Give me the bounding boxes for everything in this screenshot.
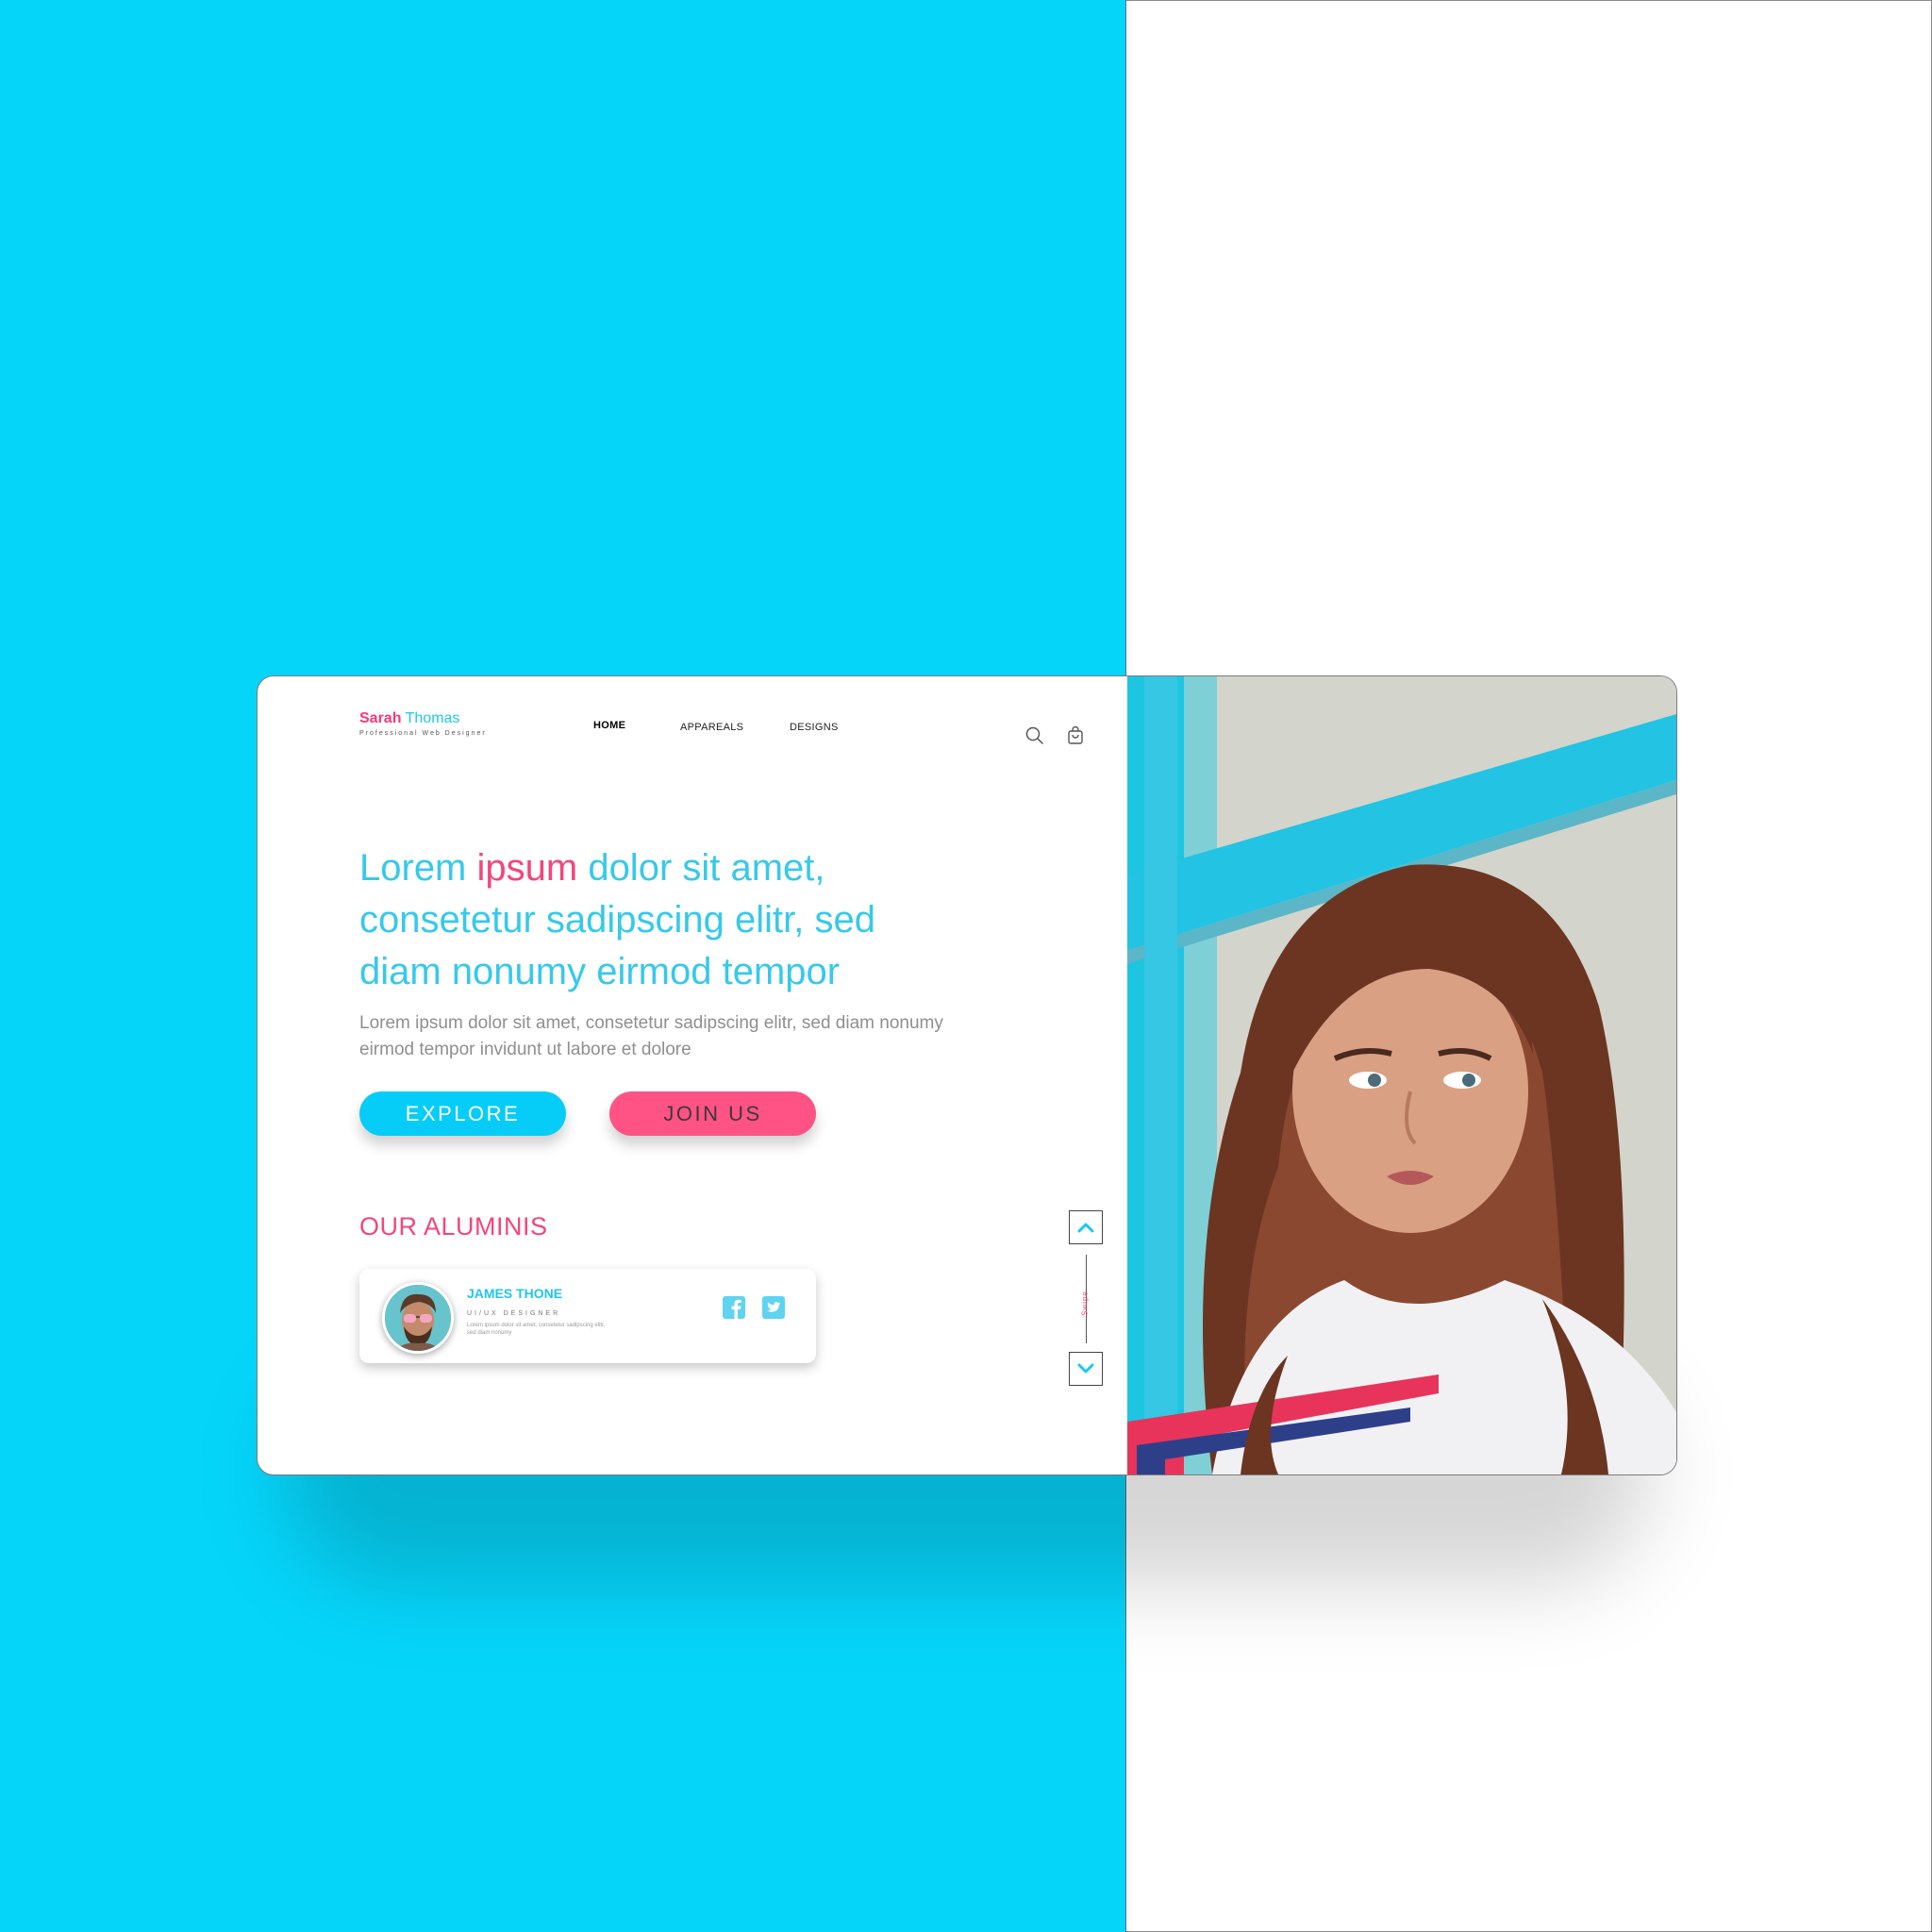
hero-subtext: Lorem ipsum dolor sit amet, consetetur s… bbox=[359, 1013, 943, 1059]
brand-last-name: Thomas bbox=[405, 710, 460, 726]
brand-name: Sarah Thomas bbox=[359, 710, 487, 727]
swipe-label: Swipe bbox=[1080, 1291, 1090, 1316]
explore-button[interactable]: EXPLORE bbox=[359, 1091, 566, 1136]
search-icon[interactable] bbox=[1024, 725, 1045, 746]
nav-item-home[interactable]: HOME bbox=[593, 720, 625, 731]
shopping-bag-icon[interactable] bbox=[1065, 725, 1086, 746]
swipe-up-button[interactable] bbox=[1069, 1210, 1103, 1244]
alumni-role: UI/UX DESIGNER bbox=[467, 1310, 561, 1317]
facebook-icon[interactable] bbox=[722, 1295, 746, 1320]
brand-logo[interactable]: Sarah Thomas Professional Web Designer bbox=[359, 710, 487, 737]
alumni-section-title: OUR ALUMINIS bbox=[359, 1212, 548, 1241]
chevron-up-icon bbox=[1077, 1223, 1094, 1233]
nav-item-appareals[interactable]: APPAREALS bbox=[680, 722, 743, 733]
hero-photo bbox=[1127, 676, 1676, 1474]
twitter-icon[interactable] bbox=[761, 1295, 786, 1320]
hero-headline: Lorem ipsum dolor sit amet, consetetur s… bbox=[359, 842, 963, 998]
headline-highlight: ipsum bbox=[476, 847, 578, 889]
brand-tagline: Professional Web Designer bbox=[359, 730, 487, 737]
alumni-description: Lorem ipsum dolor sit amet, consetetur s… bbox=[467, 1323, 606, 1336]
avatar bbox=[382, 1282, 454, 1354]
alumni-card[interactable]: JAMES THONE UI/UX DESIGNER Lorem ipsum d… bbox=[359, 1269, 816, 1363]
chevron-down-icon bbox=[1077, 1363, 1094, 1374]
brand-first-name: Sarah bbox=[359, 710, 402, 726]
join-us-button[interactable]: JOIN US bbox=[609, 1091, 816, 1136]
headline-part-1: Lorem bbox=[359, 847, 477, 889]
nav-item-designs[interactable]: DESIGNS bbox=[790, 722, 839, 733]
swipe-down-button[interactable] bbox=[1069, 1352, 1103, 1386]
landing-page-card: Sarah Thomas Professional Web Designer H… bbox=[257, 675, 1677, 1475]
alumni-name: JAMES THONE bbox=[467, 1286, 563, 1301]
